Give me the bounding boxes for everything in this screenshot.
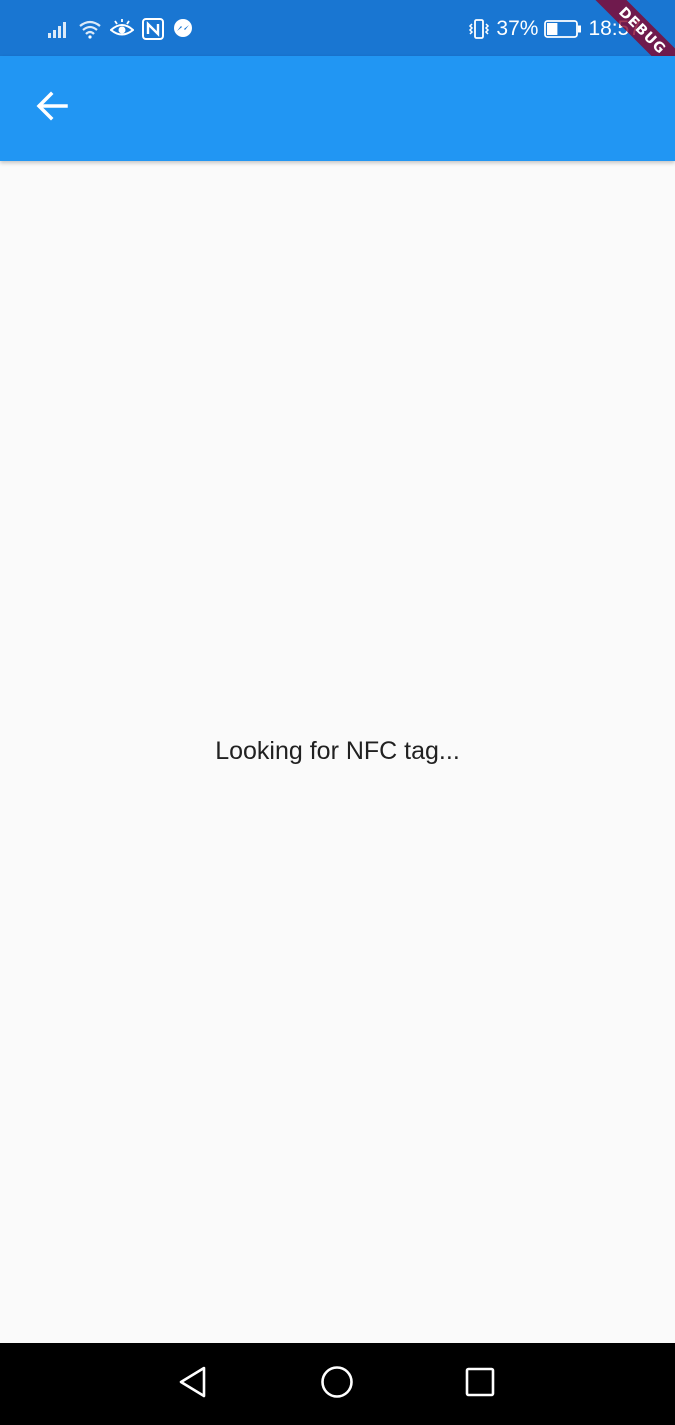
nav-recents-button[interactable] — [456, 1360, 504, 1408]
nav-back-button[interactable] — [169, 1360, 217, 1408]
nav-home-button[interactable] — [313, 1360, 361, 1408]
recents-square-icon — [465, 1367, 495, 1402]
arrow-back-icon — [36, 90, 68, 127]
eye-comfort-icon — [110, 19, 134, 39]
main-content: Looking for NFC tag... — [0, 161, 675, 1343]
vibrate-icon — [468, 17, 490, 41]
status-bar: 37% 18:57 DEBUG — [0, 0, 675, 92]
home-circle-icon — [320, 1365, 354, 1404]
battery-percent: 37% — [496, 17, 539, 40]
wifi-icon — [78, 19, 102, 39]
status-left-icons — [48, 16, 194, 42]
messenger-icon — [172, 18, 194, 40]
status-message: Looking for NFC tag... — [215, 737, 460, 765]
app-bar — [0, 56, 675, 161]
nfc-icon — [142, 18, 164, 40]
navigation-bar — [0, 1343, 675, 1425]
back-triangle-icon — [177, 1365, 209, 1404]
battery-icon — [544, 19, 582, 39]
signal-icon — [48, 19, 70, 39]
back-button[interactable] — [23, 79, 81, 137]
